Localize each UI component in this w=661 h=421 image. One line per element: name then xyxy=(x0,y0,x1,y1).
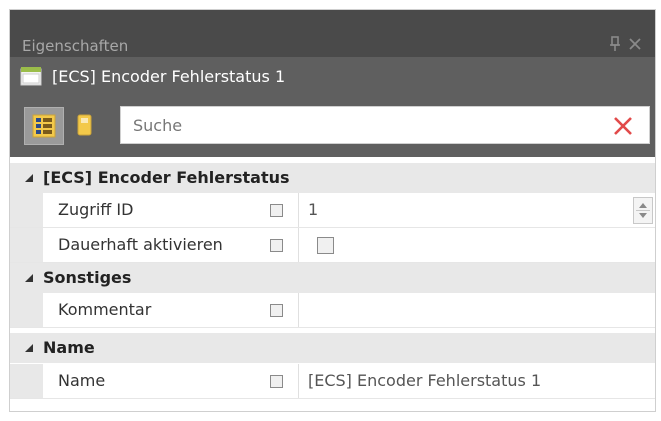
dauerhaft-aktivieren-checkbox[interactable] xyxy=(317,237,334,254)
property-indicator-icon xyxy=(270,239,283,252)
column-divider xyxy=(298,228,299,262)
category-header-name[interactable]: Name xyxy=(10,333,655,363)
property-grid: [ECS] Encoder Fehlerstatus Zugriff ID 1 … xyxy=(10,157,655,411)
property-row-kommentar[interactable]: Kommentar xyxy=(10,293,655,328)
row-gutter xyxy=(10,193,43,227)
row-gutter xyxy=(10,228,43,262)
row-gutter xyxy=(10,364,43,398)
search-box xyxy=(120,106,650,144)
property-indicator-icon xyxy=(270,204,283,217)
property-name: Dauerhaft aktivieren xyxy=(58,235,223,254)
column-divider xyxy=(298,364,299,398)
categorized-view-button[interactable] xyxy=(24,107,64,145)
row-gutter xyxy=(10,293,43,327)
clear-search-icon[interactable] xyxy=(611,114,635,138)
pin-icon[interactable] xyxy=(608,35,622,53)
property-indicator-icon xyxy=(270,304,283,317)
property-indicator-icon xyxy=(270,375,283,388)
categorized-view-icon xyxy=(32,114,56,138)
property-row-name[interactable]: Name [ECS] Encoder Fehlerstatus 1 xyxy=(10,364,655,399)
value-spinner[interactable] xyxy=(633,197,653,224)
selected-object-label: [ECS] Encoder Fehlerstatus 1 xyxy=(52,67,286,86)
category-header-ecs[interactable]: [ECS] Encoder Fehlerstatus xyxy=(10,163,655,193)
selected-object-bar: [ECS] Encoder Fehlerstatus 1 xyxy=(10,57,655,97)
property-value[interactable]: 1 xyxy=(308,200,318,219)
search-input[interactable] xyxy=(133,115,573,135)
collapse-arrow-icon[interactable] xyxy=(24,173,34,183)
category-label: [ECS] Encoder Fehlerstatus xyxy=(43,168,290,187)
property-row-dauerhaft-aktivieren[interactable]: Dauerhaft aktivieren xyxy=(10,228,655,263)
collapse-arrow-icon[interactable] xyxy=(24,273,34,283)
object-icon xyxy=(20,67,42,86)
category-label: Sonstiges xyxy=(43,268,132,287)
property-value[interactable]: [ECS] Encoder Fehlerstatus 1 xyxy=(308,371,541,390)
collapse-arrow-icon[interactable] xyxy=(24,343,34,353)
properties-toolbar xyxy=(10,97,655,157)
column-divider xyxy=(298,293,299,327)
panel-title: Eigenschaften xyxy=(22,37,129,55)
property-name: Kommentar xyxy=(58,300,152,319)
alphabetical-view-button[interactable] xyxy=(66,107,102,143)
spinner-arrows-icon xyxy=(636,203,650,218)
category-header-sonstiges[interactable]: Sonstiges xyxy=(10,263,655,293)
property-row-zugriff-id[interactable]: Zugriff ID 1 xyxy=(10,193,655,228)
close-icon[interactable] xyxy=(627,35,643,53)
column-divider xyxy=(298,193,299,227)
property-name: Zugriff ID xyxy=(58,200,134,219)
category-label: Name xyxy=(43,338,95,357)
property-name: Name xyxy=(58,371,106,390)
alphabetical-view-icon xyxy=(77,114,92,136)
